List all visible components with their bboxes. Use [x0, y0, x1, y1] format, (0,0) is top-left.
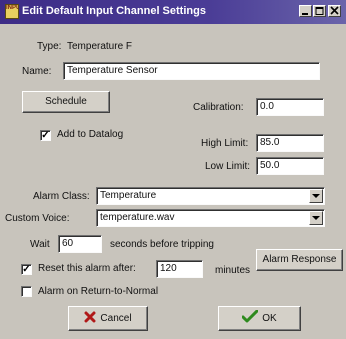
custom-voice-label: Custom Voice: [5, 213, 70, 224]
high-limit-label: High Limit: [201, 138, 249, 149]
type-label: Type: [37, 41, 62, 52]
add-to-datalog-checkbox[interactable]: ✓ [40, 130, 51, 141]
chevron-down-icon[interactable] [309, 211, 323, 225]
low-limit-label: Low Limit: [205, 161, 251, 172]
alarm-on-return-label: Alarm on Return-to-Normal [38, 286, 159, 297]
chevron-down-icon[interactable] [309, 189, 323, 203]
alarm-class-value: Temperature [100, 190, 157, 201]
wait-label: Wait [30, 239, 50, 250]
ok-button[interactable]: OK [218, 306, 301, 331]
custom-voice-value: temperature.wav [100, 212, 175, 223]
schedule-button[interactable]: Schedule [22, 91, 110, 113]
title-bar[interactable]: INPUT Edit Default Input Channel Setting… [0, 0, 346, 24]
close-icon[interactable] [328, 5, 341, 17]
reset-alarm-minutes-input[interactable]: 120 [156, 260, 203, 278]
minimize-icon[interactable] [299, 5, 312, 17]
maximize-icon[interactable] [313, 5, 326, 17]
alarm-response-button[interactable]: Alarm Response [256, 249, 343, 271]
alarm-on-return-checkbox[interactable] [21, 286, 32, 297]
low-limit-input[interactable]: 50.0 [256, 157, 324, 175]
alarm-class-label: Alarm Class: [33, 191, 90, 202]
reset-alarm-checkbox[interactable]: ✓ [21, 264, 32, 275]
ok-label: OK [262, 313, 277, 324]
cancel-button[interactable]: Cancel [68, 306, 148, 331]
reset-alarm-label: Reset this alarm after: [38, 263, 136, 274]
calibration-label: Calibration: [193, 102, 244, 113]
alarm-class-select[interactable]: Temperature [96, 187, 325, 205]
calibration-input[interactable]: 0.0 [256, 98, 324, 116]
custom-voice-select[interactable]: temperature.wav [96, 209, 325, 227]
app-icon: INPUT [5, 4, 19, 19]
wait-suffix-label: seconds before tripping [110, 239, 214, 250]
checkmark-icon [241, 309, 259, 323]
wait-seconds-input[interactable]: 60 [58, 235, 102, 253]
high-limit-input[interactable]: 85.0 [256, 134, 324, 152]
name-input[interactable]: Temperature Sensor [63, 62, 320, 80]
name-label: Name: [22, 66, 52, 77]
add-to-datalog-label: Add to Datalog [57, 129, 124, 140]
cancel-label: Cancel [100, 313, 132, 324]
window-title: Edit Default Input Channel Settings [22, 5, 206, 17]
reset-alarm-suffix-label: minutes [215, 265, 251, 276]
type-value: Temperature F [67, 41, 133, 52]
cancel-x-icon [84, 311, 96, 323]
